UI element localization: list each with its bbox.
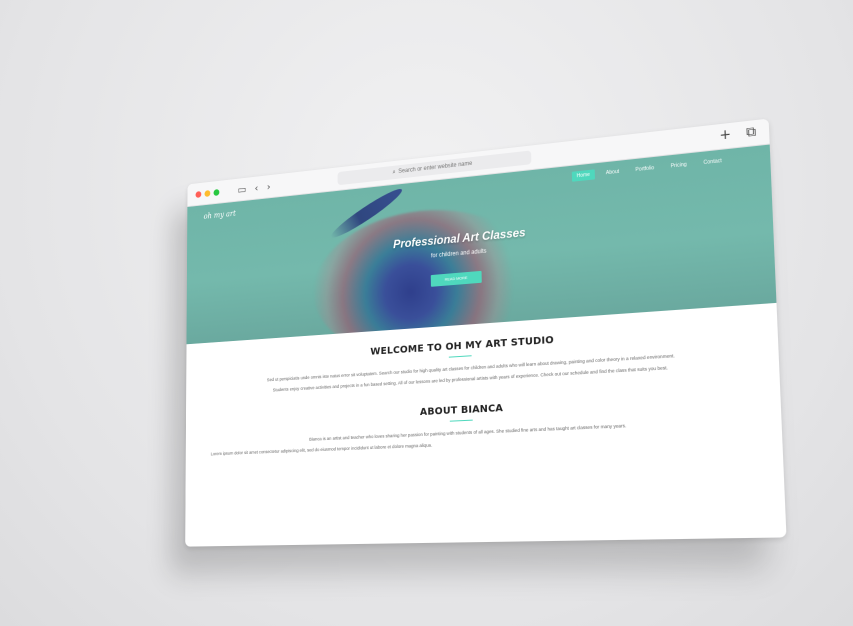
sidebar-icon[interactable]: ▭ xyxy=(238,183,247,196)
titlebar-actions: + ⧉ xyxy=(719,124,756,144)
nav-item-home[interactable]: Home xyxy=(571,169,596,182)
about-divider xyxy=(449,419,473,422)
search-icon: ⌕ xyxy=(392,168,396,176)
chevron-left-icon[interactable]: ‹ xyxy=(255,181,259,193)
minimize-window-button[interactable] xyxy=(204,189,211,197)
nav-item-portfolio[interactable]: Portfolio xyxy=(630,163,659,176)
maximize-window-button[interactable] xyxy=(213,188,220,196)
welcome-divider xyxy=(448,355,472,358)
nav-item-pricing[interactable]: Pricing xyxy=(665,159,692,172)
mockup-scene: ▭ ‹ › ⌕ Search or enter website name + ⧉… xyxy=(0,0,853,626)
close-window-button[interactable] xyxy=(195,190,202,198)
nav-item-about[interactable]: About xyxy=(601,166,625,179)
tabs-icon[interactable]: ⧉ xyxy=(746,124,757,141)
site-logo[interactable]: oh my art xyxy=(204,209,236,221)
chevron-right-icon[interactable]: › xyxy=(267,180,271,192)
nav-item-contact[interactable]: Contact xyxy=(698,155,727,168)
browser-window: ▭ ‹ › ⌕ Search or enter website name + ⧉… xyxy=(185,118,787,547)
address-placeholder: Search or enter website name xyxy=(398,160,473,175)
new-tab-button[interactable]: + xyxy=(719,127,731,144)
